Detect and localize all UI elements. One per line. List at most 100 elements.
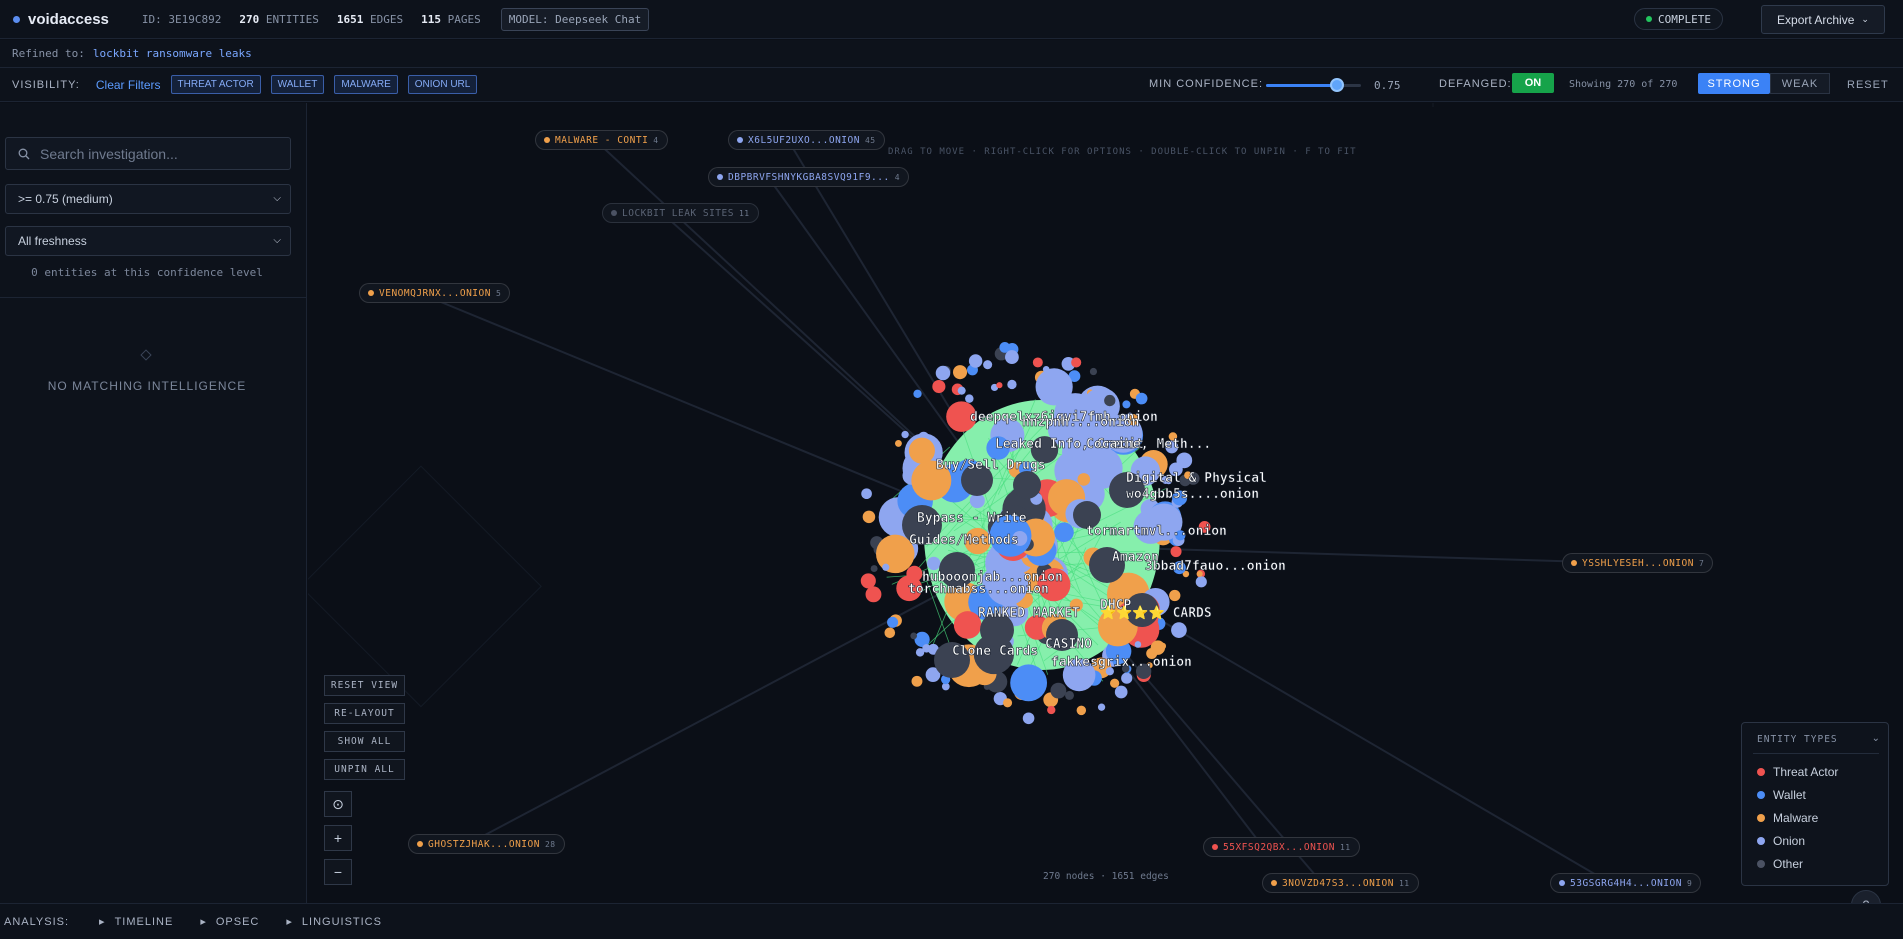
filter-chip-onion-url[interactable]: ONION URL xyxy=(407,75,478,94)
unpin-all-button[interactable]: UNPIN ALL xyxy=(324,759,405,780)
legend-dot xyxy=(1757,814,1765,822)
node-label: MALWARE - CONTI xyxy=(555,134,649,146)
graph-node xyxy=(957,386,966,395)
analysis-label: ANALYSIS: xyxy=(4,915,70,928)
investigation-id: ID: 3E19C892 xyxy=(141,12,222,26)
graph-node xyxy=(1114,685,1128,699)
clear-filters-button[interactable]: Clear Filters xyxy=(96,78,161,92)
filter-chip-threat-actor[interactable]: THREAT ACTOR xyxy=(170,75,261,94)
legend-dot xyxy=(1757,768,1765,776)
cluster-label: wo4gbb5s....onion xyxy=(1126,487,1259,502)
zoom-in-button[interactable]: + xyxy=(324,825,352,851)
zoom-out-button[interactable]: − xyxy=(324,859,352,885)
entities-stat: 270 ENTITIES xyxy=(239,12,319,26)
graph-node xyxy=(1005,350,1019,364)
cluster-label: 3bbad7fauo...onion xyxy=(1145,559,1286,574)
node-count: 11 xyxy=(1398,878,1410,888)
pages-stat: 115 PAGES xyxy=(421,12,481,26)
graph-node xyxy=(1122,400,1131,409)
graph-node xyxy=(862,510,876,524)
tab-timeline[interactable]: ▸ TIMELINE xyxy=(99,915,173,929)
graph-node-pill[interactable]: 55XFSQ2QBX...ONION 11 xyxy=(1203,837,1360,857)
tab-linguistics[interactable]: ▸ LINGUISTICS xyxy=(286,915,382,929)
search-icon xyxy=(18,148,30,159)
graph-node-pill[interactable]: 53GSGRG4H4...ONION 9 xyxy=(1550,873,1702,893)
node-label: X6L5UF2UXO...ONION xyxy=(748,134,860,146)
defanged-toggle[interactable]: ON xyxy=(1512,73,1554,93)
showing-count: Showing 270 of 270 xyxy=(1569,79,1678,90)
graph-node-pill[interactable]: MALWARE - CONTI 4 xyxy=(535,130,668,150)
graph-node xyxy=(865,586,882,603)
node-count: 4 xyxy=(653,135,659,145)
graph-node xyxy=(906,565,923,582)
graph-node-pill[interactable]: YSSHLYESEH...ONION 7 xyxy=(1562,553,1714,573)
min-confidence-slider[interactable] xyxy=(1266,78,1361,92)
node-label: LOCKBIT LEAK SITES xyxy=(622,207,734,219)
node-dot xyxy=(417,841,423,847)
search-input[interactable]: Search investigation... xyxy=(5,137,291,170)
model-badge: MODEL: Deepseek Chat xyxy=(500,7,650,31)
center-button[interactable]: ⊙ xyxy=(324,791,352,817)
cluster-label: Clone Cards xyxy=(952,644,1038,659)
tab-opsec[interactable]: ▸ OPSEC xyxy=(200,915,259,929)
graph-node-pill[interactable]: GHOSTZJHAK...ONION 28 xyxy=(408,834,565,854)
show-all-button[interactable]: SHOW ALL xyxy=(324,731,405,752)
graph-node-pill[interactable]: DBPBRVFSHNYKGBA8SVQ91F9... 4 xyxy=(708,167,910,187)
export-archive-button[interactable]: Export Archive ⌄ xyxy=(1761,5,1885,34)
graph-node xyxy=(870,565,878,573)
weak-button[interactable]: WEAK xyxy=(1770,73,1830,94)
node-dot xyxy=(1212,844,1218,850)
graph-node xyxy=(1134,641,1142,648)
graph-node xyxy=(1169,589,1181,602)
graph-node xyxy=(913,389,922,398)
status-badge: COMPLETE xyxy=(1634,8,1723,30)
node-count: 9 xyxy=(1686,878,1693,888)
graph-node xyxy=(1047,705,1056,715)
cluster-label: tormartmvl...onion xyxy=(1086,524,1227,539)
cluster-label: RANKED MARKET xyxy=(978,606,1080,621)
graph-node-pill[interactable]: 3NOVZD47S3...ONION 11 xyxy=(1262,873,1419,893)
node-count: 45 xyxy=(864,135,876,145)
reset-view-button[interactable]: RESET VIEW xyxy=(324,675,405,696)
play-icon: ▸ xyxy=(286,916,293,928)
graph-node-pill[interactable]: X6L5UF2UXO...ONION 45 xyxy=(728,130,885,150)
cluster-label: fakkesgrix...onion xyxy=(1051,655,1192,670)
minus-icon: − xyxy=(333,864,343,880)
graph-node xyxy=(1170,546,1182,558)
filter-chip-wallet[interactable]: WALLET xyxy=(270,75,325,94)
node-dot xyxy=(368,290,374,296)
graph-canvas[interactable]: deepqelxz6iqvi7fmh.onionhnzpnh....onionL… xyxy=(308,103,1903,903)
status-dot-icon xyxy=(1646,16,1652,22)
graph-node xyxy=(882,563,890,571)
graph-node-pill[interactable]: VENOMQJRNX...ONION 5 xyxy=(359,283,511,303)
legend-item-threat-actor: Threat Actor xyxy=(1757,765,1838,779)
strong-button[interactable]: STRONG xyxy=(1698,73,1770,94)
chevron-down-icon: ⌄ xyxy=(1861,14,1869,24)
graph-node xyxy=(860,573,876,589)
brand-dot-icon xyxy=(13,15,20,23)
graph-node-pill[interactable]: LOCKBIT LEAK SITES 11 xyxy=(602,203,759,223)
node-count: 11 xyxy=(1339,842,1351,852)
collapse-icon[interactable]: ⌄ xyxy=(1872,733,1880,744)
chevron-down-icon: ⌵ xyxy=(273,235,281,246)
legend-title: ENTITY TYPES xyxy=(1757,734,1838,745)
confidence-select[interactable]: >= 0.75 (medium) ⌵ xyxy=(5,184,291,214)
graph-node xyxy=(908,437,935,464)
filter-chip-malware[interactable]: MALWARE xyxy=(334,75,398,94)
node-label: GHOSTZJHAK...ONION xyxy=(428,838,540,850)
reset-button[interactable]: RESET xyxy=(1847,79,1889,91)
freshness-select[interactable]: All freshness ⌵ xyxy=(5,226,291,256)
refined-query[interactable]: lockbit ransomware leaks xyxy=(93,47,252,60)
re-layout-button[interactable]: RE-LAYOUT xyxy=(324,703,405,724)
graph-node xyxy=(927,556,941,571)
cluster-label: Cocaine, Meth... xyxy=(1086,437,1211,452)
legend-item-other: Other xyxy=(1757,857,1803,871)
node-dot xyxy=(1559,880,1565,886)
graph-node xyxy=(965,394,974,403)
app-name: voidaccess xyxy=(28,10,109,28)
entity-count-text: 0 entities at this confidence level xyxy=(31,266,263,279)
graph-node xyxy=(1104,394,1116,407)
legend-item-malware: Malware xyxy=(1757,811,1818,825)
graph-node xyxy=(1050,682,1067,699)
empty-state-text: NO MATCHING INTELLIGENCE xyxy=(47,379,247,393)
